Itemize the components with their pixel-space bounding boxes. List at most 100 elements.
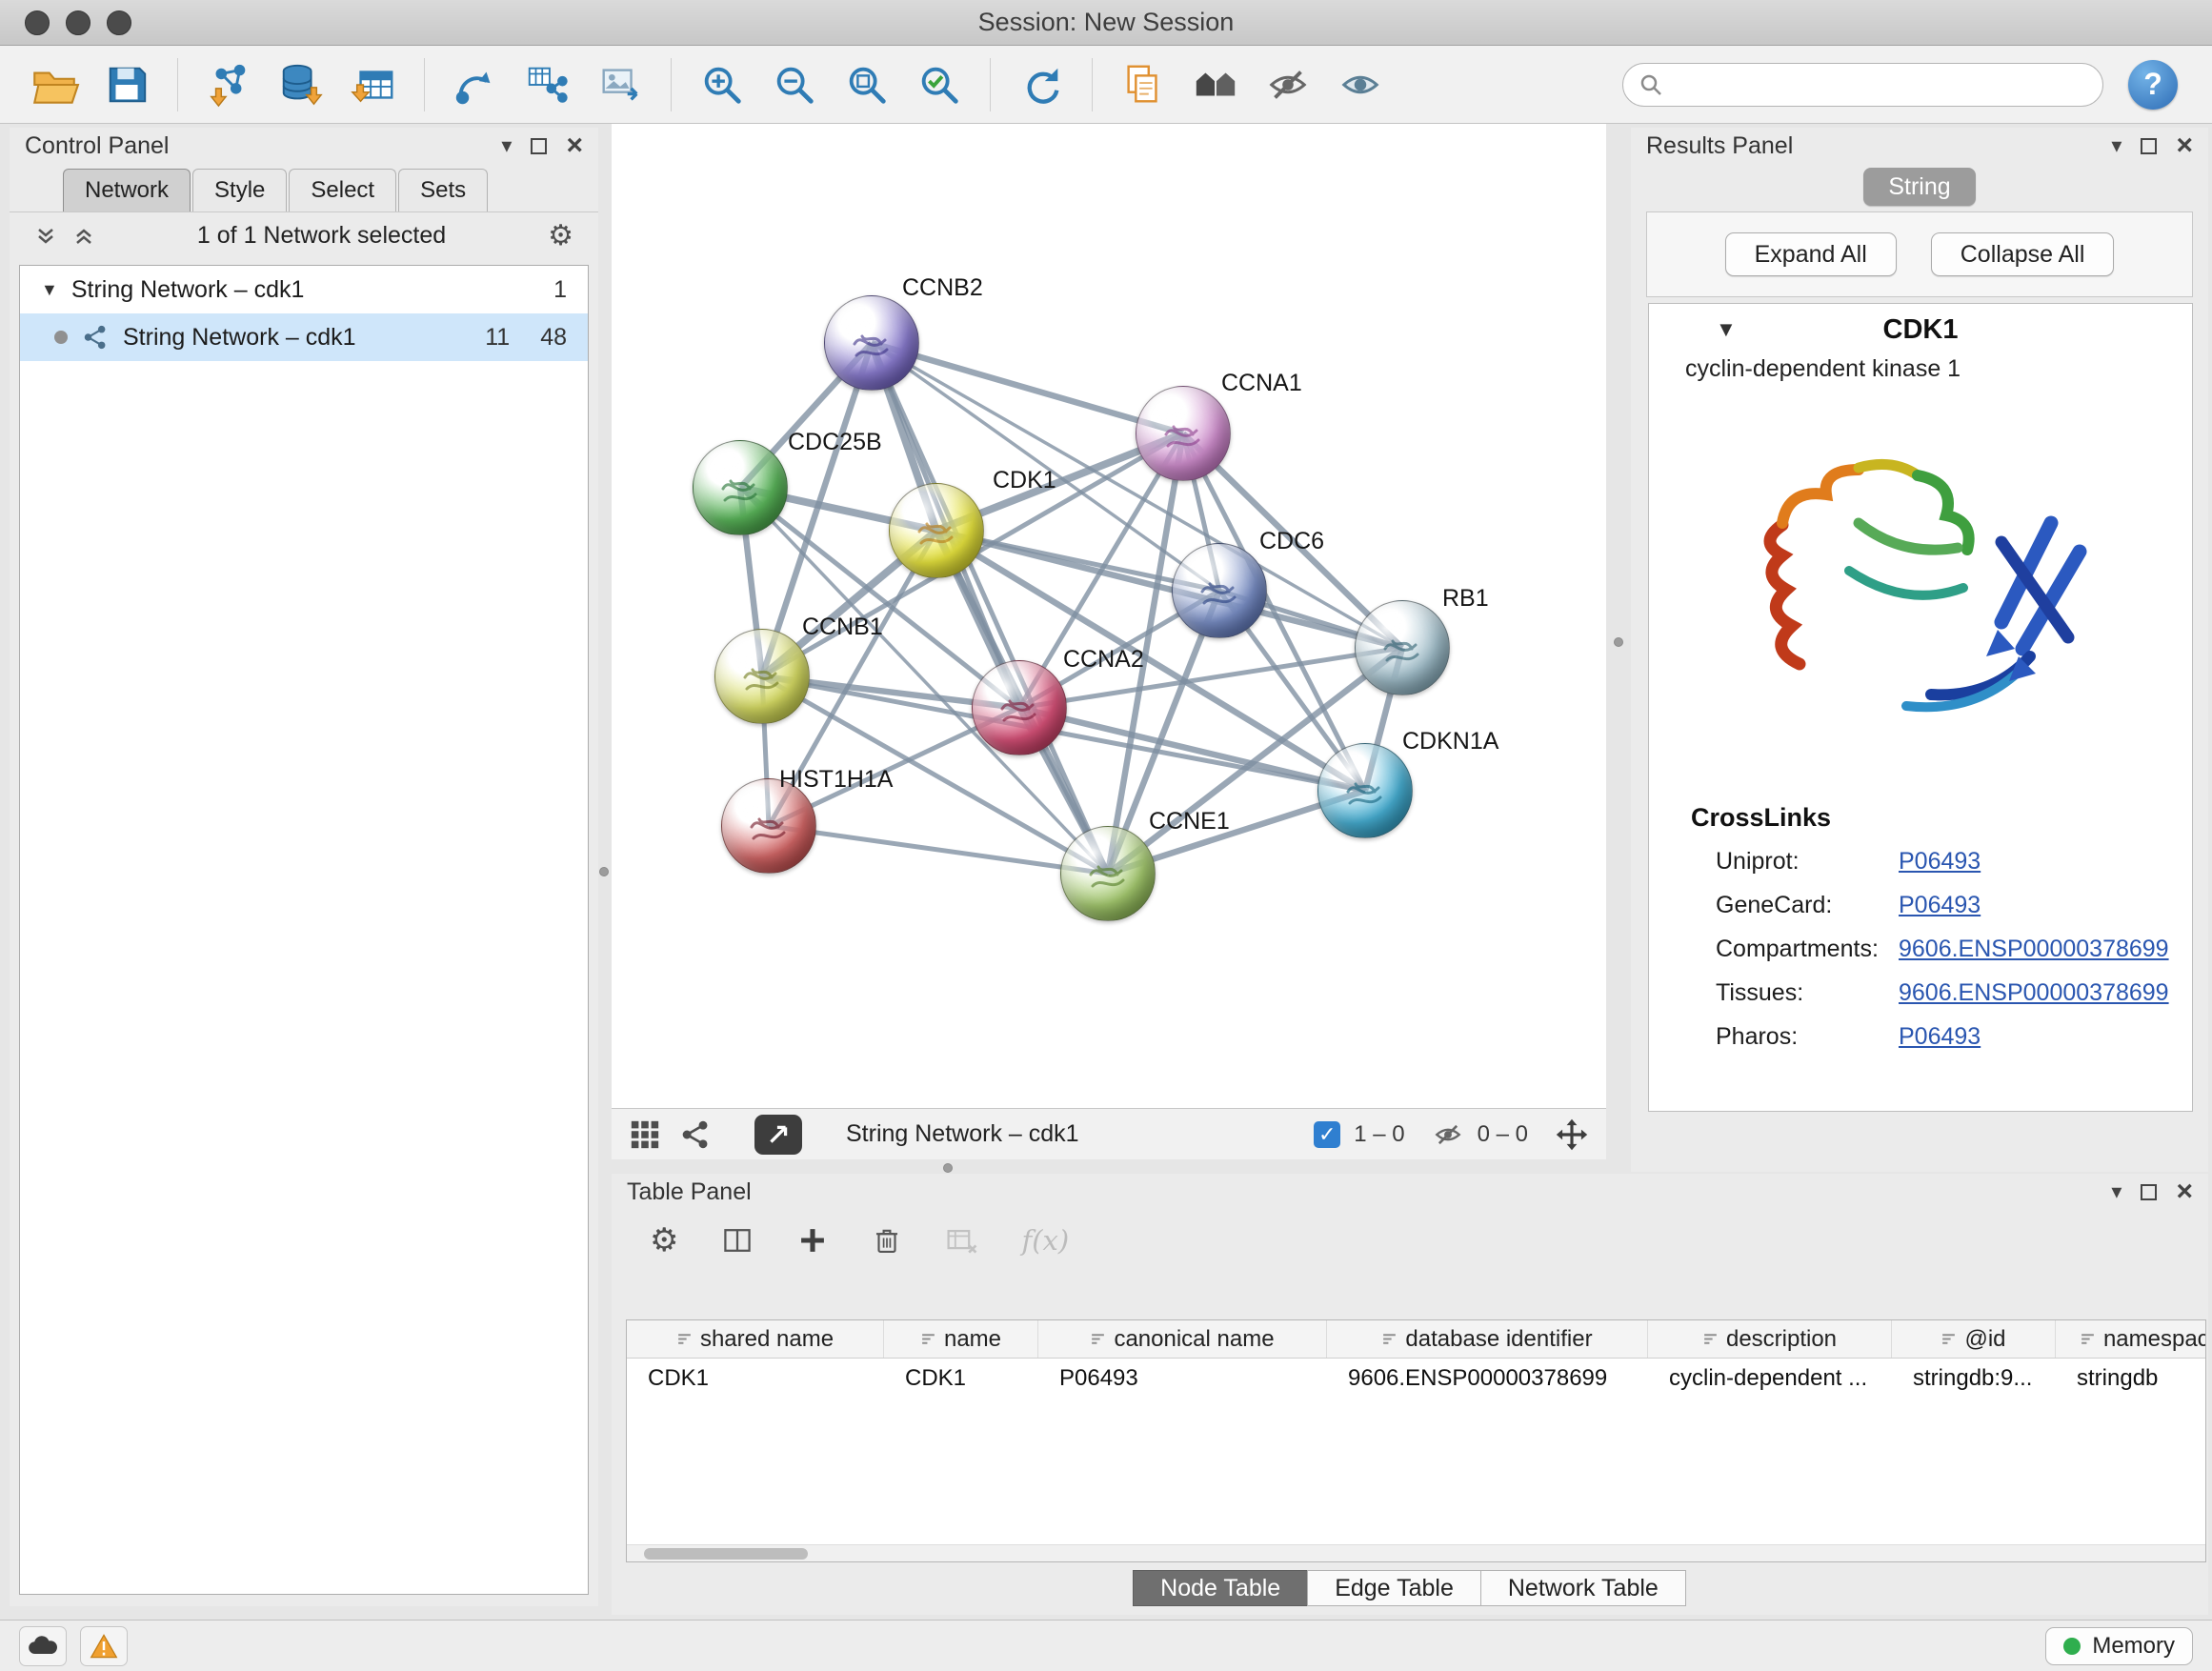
column-header-name[interactable]: name bbox=[884, 1320, 1038, 1358]
crosslink-link[interactable]: P06493 bbox=[1899, 848, 1981, 876]
move-tool-icon[interactable] bbox=[1555, 1117, 1589, 1152]
column-header-canonical-name[interactable]: canonical name bbox=[1038, 1320, 1327, 1358]
tab-node-table[interactable]: Node Table bbox=[1133, 1570, 1308, 1606]
memory-button[interactable]: Memory bbox=[2045, 1627, 2193, 1665]
splitter-handle[interactable] bbox=[1614, 637, 1623, 647]
crosslink-link[interactable]: P06493 bbox=[1899, 1023, 1981, 1051]
hide-panel-button[interactable] bbox=[1255, 52, 1321, 117]
protein-thumbnail bbox=[707, 462, 774, 519]
network-node-CCNA1[interactable] bbox=[1136, 386, 1231, 481]
maximize-panel-icon[interactable] bbox=[2141, 138, 2157, 154]
database-icon bbox=[277, 61, 325, 109]
crosslink-link[interactable]: P06493 bbox=[1899, 892, 1981, 919]
selected-count: 1 – 0 bbox=[1354, 1121, 1404, 1148]
selected-checkbox-icon[interactable]: ✓ bbox=[1314, 1121, 1340, 1148]
column-header-database-identifier[interactable]: database identifier bbox=[1327, 1320, 1648, 1358]
collapse-all-button[interactable]: Collapse All bbox=[1931, 232, 2115, 276]
grid-view-icon[interactable] bbox=[629, 1118, 661, 1151]
column-header-shared-name[interactable]: shared name bbox=[627, 1320, 884, 1358]
protein-card-header[interactable]: ▼ CDK1 bbox=[1649, 304, 2192, 355]
import-table-button[interactable] bbox=[340, 52, 407, 117]
horizontal-scrollbar[interactable] bbox=[627, 1544, 2205, 1561]
chevron-down-icon[interactable]: ▼ bbox=[1716, 317, 1737, 342]
network-canvas[interactable]: CCNB2CCNA1CDC25BCDK1CDC6RB1CCNB1CCNA2CDK… bbox=[612, 124, 1606, 1108]
show-panel-button[interactable] bbox=[1327, 52, 1394, 117]
close-window-button[interactable] bbox=[25, 10, 50, 35]
float-panel-icon[interactable]: ▾ bbox=[2111, 1181, 2122, 1202]
column-header-namespace[interactable]: namespace bbox=[2056, 1320, 2206, 1358]
cloud-button[interactable] bbox=[19, 1626, 67, 1666]
network-node-CDC25B[interactable] bbox=[693, 440, 788, 535]
columns-icon[interactable] bbox=[720, 1223, 754, 1258]
crosslink-link[interactable]: 9606.ENSP00000378699 bbox=[1899, 936, 2169, 963]
close-panel-icon[interactable]: × bbox=[2176, 131, 2193, 160]
tab-edge-table[interactable]: Edge Table bbox=[1307, 1570, 1481, 1606]
maximize-panel-icon[interactable] bbox=[2141, 1184, 2157, 1200]
network-node-RB1[interactable] bbox=[1355, 600, 1450, 695]
crosslink-row: GeneCard:P06493 bbox=[1649, 883, 2192, 927]
expand-all-button[interactable]: Expand All bbox=[1725, 232, 1897, 276]
control-tab-sets[interactable]: Sets bbox=[398, 169, 488, 211]
zoom-fit-button[interactable] bbox=[834, 52, 900, 117]
chevron-down-icon[interactable]: ▼ bbox=[41, 280, 58, 300]
network-collection-row[interactable]: ▼ String Network – cdk1 1 bbox=[20, 266, 588, 313]
search-field[interactable] bbox=[1622, 63, 2103, 107]
gear-icon[interactable]: ⚙ bbox=[548, 222, 573, 251]
minimize-window-button[interactable] bbox=[66, 10, 90, 35]
network-row[interactable]: String Network – cdk1 11 48 bbox=[20, 313, 588, 361]
network-node-CCNA2[interactable] bbox=[972, 660, 1067, 755]
share-view-icon[interactable] bbox=[680, 1119, 711, 1150]
scrollbar-thumb[interactable] bbox=[644, 1548, 808, 1560]
network-node-CDK1[interactable] bbox=[889, 483, 984, 578]
zoom-selected-button[interactable] bbox=[906, 52, 973, 117]
table-row[interactable]: CDK1CDK1P064939606.ENSP00000378699cyclin… bbox=[627, 1359, 2205, 1399]
warning-button[interactable] bbox=[80, 1626, 128, 1666]
zoom-in-button[interactable] bbox=[689, 52, 755, 117]
network-node-CCNB1[interactable] bbox=[714, 629, 810, 724]
close-panel-icon[interactable]: × bbox=[2176, 1178, 2193, 1206]
float-panel-icon[interactable]: ▾ bbox=[2111, 135, 2122, 156]
search-input[interactable] bbox=[1675, 71, 2087, 98]
maximize-panel-icon[interactable] bbox=[531, 138, 547, 154]
open-session-button[interactable] bbox=[21, 52, 88, 117]
network-node-CDC6[interactable] bbox=[1172, 543, 1267, 638]
hidden-eye-slash-icon[interactable] bbox=[1432, 1118, 1464, 1151]
float-panel-icon[interactable]: ▾ bbox=[501, 135, 512, 156]
control-tab-select[interactable]: Select bbox=[289, 169, 396, 211]
save-session-button[interactable] bbox=[93, 52, 160, 117]
collapse-all-icon[interactable] bbox=[34, 225, 57, 248]
node-label-CCNA1: CCNA1 bbox=[1221, 370, 1302, 397]
string-results-tab[interactable]: String bbox=[1863, 168, 1976, 206]
table-type-tabs: Node TableEdge TableNetwork Table bbox=[612, 1570, 2208, 1606]
column-header--id[interactable]: @id bbox=[1892, 1320, 2056, 1358]
close-panel-icon[interactable]: × bbox=[566, 131, 583, 160]
table-settings-icon[interactable]: ⚙ bbox=[650, 1224, 678, 1257]
tab-network-table[interactable]: Network Table bbox=[1480, 1570, 1686, 1606]
network-node-CCNE1[interactable] bbox=[1060, 826, 1156, 921]
network-node-CCNB2[interactable] bbox=[824, 295, 919, 391]
export-image-button[interactable] bbox=[587, 52, 654, 117]
node-table[interactable]: shared namenamecanonical namedatabase id… bbox=[626, 1319, 2206, 1562]
zoom-window-button[interactable] bbox=[107, 10, 131, 35]
birds-eye-view-button[interactable] bbox=[754, 1115, 802, 1155]
clipboard-button[interactable] bbox=[1110, 52, 1176, 117]
add-column-icon[interactable] bbox=[796, 1224, 829, 1257]
control-tab-style[interactable]: Style bbox=[192, 169, 287, 211]
refresh-button[interactable] bbox=[1008, 52, 1075, 117]
delete-column-icon[interactable] bbox=[871, 1224, 903, 1257]
export-table-button[interactable] bbox=[514, 52, 581, 117]
string-home-button[interactable] bbox=[1182, 52, 1249, 117]
import-network-database-button[interactable] bbox=[268, 52, 334, 117]
control-tab-network[interactable]: Network bbox=[63, 169, 191, 211]
crosslink-link[interactable]: 9606.ENSP00000378699 bbox=[1899, 979, 2169, 1007]
splitter-handle[interactable] bbox=[943, 1163, 953, 1173]
zoom-out-button[interactable] bbox=[761, 52, 828, 117]
import-network-file-button[interactable] bbox=[195, 52, 262, 117]
export-network-button[interactable] bbox=[442, 52, 509, 117]
help-button[interactable]: ? bbox=[2128, 60, 2178, 110]
control-panel-title: Control Panel bbox=[25, 132, 169, 160]
column-header-description[interactable]: description bbox=[1648, 1320, 1892, 1358]
network-node-CDKN1A[interactable] bbox=[1317, 743, 1413, 838]
expand-all-icon[interactable] bbox=[72, 225, 95, 248]
splitter-handle[interactable] bbox=[599, 867, 609, 876]
